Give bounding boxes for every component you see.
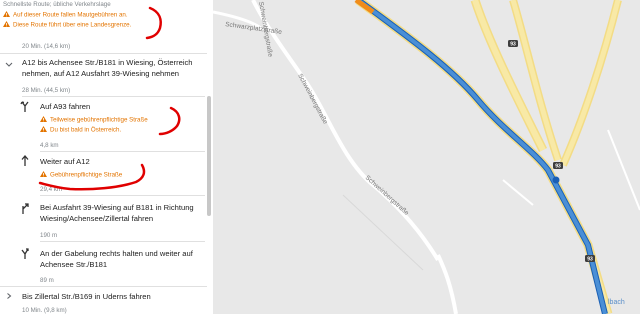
warning-icon [40,171,47,177]
divider [22,96,205,97]
divider [0,53,207,54]
warning-icon [40,116,47,122]
merge-icon [20,101,29,112]
divider [0,286,207,287]
border-warning-text: Diese Route führt über eine Landesgrenze… [13,21,132,29]
step-instruction-line2[interactable]: Wiesing/Achensee/Zillertal fahren [40,213,153,224]
warning-icon [40,126,47,132]
divider [40,195,205,196]
scrollbar[interactable] [207,96,211,216]
toll-warning: Auf dieser Route fallen Mautgebühren an. [3,11,128,19]
step-distance: 4,8 km [40,142,59,149]
step-distance: 29,4 km [40,186,63,193]
highway-shield-label: 93 [555,164,561,170]
toll-warning-text: Auf dieser Route fallen Mautgebühren an. [13,11,128,19]
group1-distance: 20 Min. (14,6 km) [22,43,71,50]
step-instruction[interactable]: Auf A93 fahren [40,101,90,112]
step-instruction-line2[interactable]: Achensee Str./B181 [40,259,107,270]
highway-shield-label: 93 [510,42,516,48]
step-warning-text: Gebührenpflichtige Straße [50,171,123,179]
step-instruction[interactable]: An der Gabelung rechts halten und weiter… [40,248,193,259]
divider [40,151,205,152]
place-label: lbach [608,299,625,306]
border-warning: Diese Route führt über eine Landesgrenze… [3,21,131,29]
fork-right-icon [21,248,29,259]
step-warning: Du bist bald in Österreich. [40,126,121,134]
step-distance: 190 m [40,232,58,239]
step-instruction[interactable]: Weiter auf A12 [40,156,90,167]
road [502,179,534,206]
group2-title-line1[interactable]: A12 bis Achensee Str./B181 in Wiesing, Ö… [22,57,193,68]
divider [40,241,205,242]
step-distance: 89 m [40,277,54,284]
road [607,129,640,211]
step-warning: Gebührenpflichtige Straße [40,171,122,179]
step-instruction[interactable]: Bei Ausfahrt 39-Wiesing auf B181 in Rich… [40,202,194,213]
step-warning-text: Du bist bald in Österreich. [50,126,122,134]
group2-title-line2[interactable]: nehmen, auf A12 Ausfahrt 39-Wiesing nehm… [22,68,179,79]
warning-icon [3,21,10,27]
map-view[interactable]: 93 93 93 Schwarzplatzstraße Schweinbergs… [213,0,640,314]
chevron-down-icon[interactable] [5,62,13,68]
straight-arrow-icon [21,155,29,166]
step-warning: Teilweise gebührenpflichtige Straße [40,116,148,124]
map-canvas[interactable]: 93 93 93 Schwarzplatzstraße Schweinbergs… [213,0,640,314]
street-label: Schweinbergstraße [364,174,411,217]
chevron-right-icon[interactable] [5,293,13,299]
path [342,194,424,271]
step-warning-text: Teilweise gebührenpflichtige Straße [50,116,148,124]
group3-title[interactable]: Bis Zillertal Str./B169 in Uderns fahren [22,291,151,302]
exit-right-icon [22,203,29,214]
junction-marker [552,176,560,184]
highway-shield-label: 93 [587,257,593,263]
road [436,254,458,314]
warning-icon [3,11,10,17]
group2-time-distance: 28 Min. (44,5 km) [22,87,71,94]
route-type-label: Schnellste Route; übliche Verkehrslage [3,1,111,8]
group3-time-distance: 10 Min. (9,8 km) [22,307,67,314]
directions-panel: Schnellste Route; übliche Verkehrslage A… [0,0,213,314]
street-label: Schweinbergstraße [296,73,329,126]
